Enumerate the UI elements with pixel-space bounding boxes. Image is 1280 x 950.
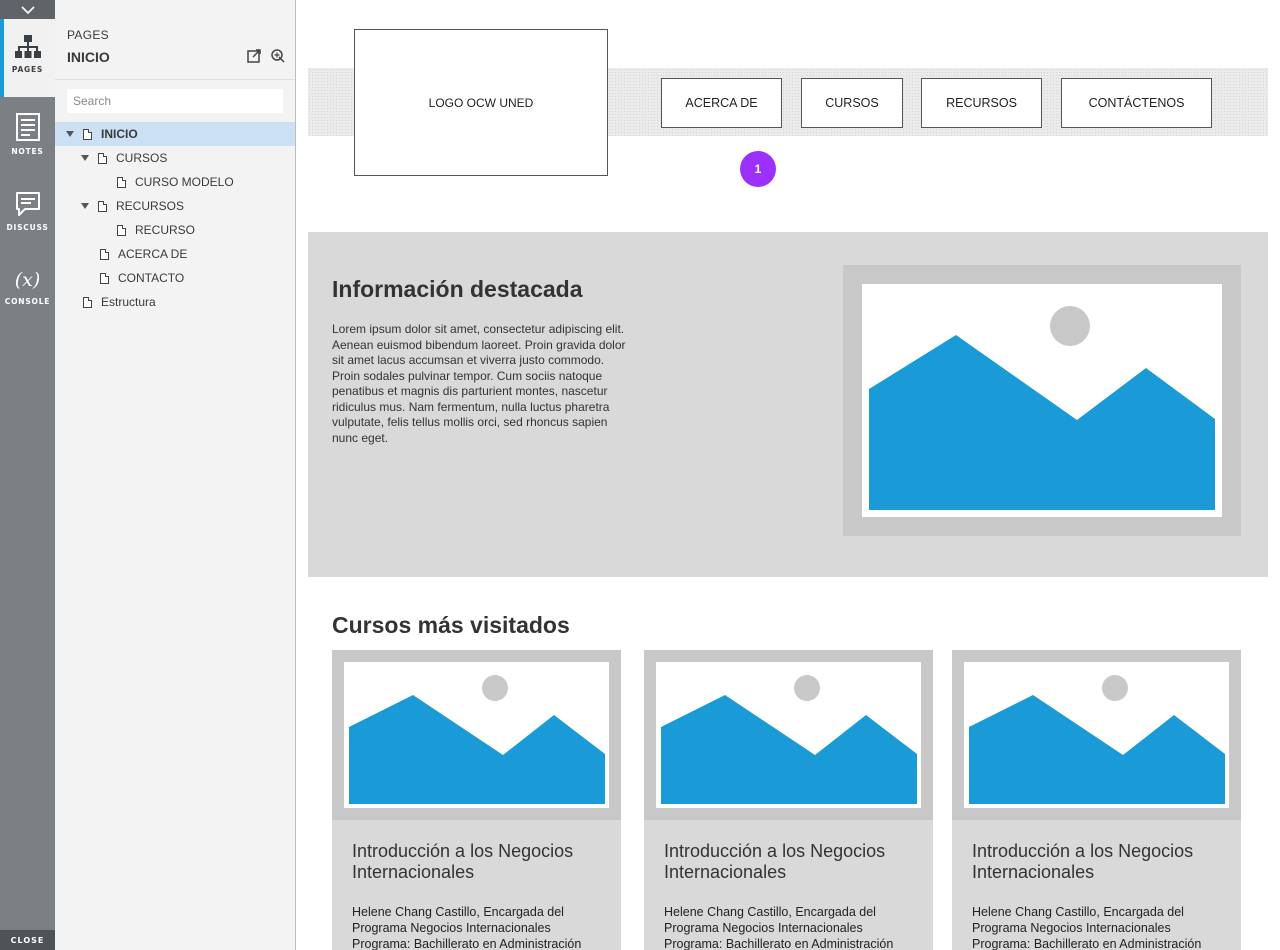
page-icon	[117, 176, 126, 188]
caret-down-icon[interactable]	[81, 155, 89, 161]
page-icon	[117, 224, 126, 236]
rail-pages-label: PAGES	[11, 65, 44, 74]
tree-item-label: CONTACTO	[118, 271, 185, 285]
featured-image-placeholder	[843, 265, 1241, 536]
tree-item-acerca-de[interactable]: ACERCA DE	[55, 242, 295, 266]
page-icon	[98, 152, 107, 164]
tree-item-inicio[interactable]: INICIO	[55, 122, 295, 146]
search-input[interactable]	[67, 89, 283, 113]
close-button[interactable]: CLOSE	[0, 930, 55, 950]
featured-title: Información destacada	[332, 276, 583, 302]
course-image-placeholder	[332, 650, 621, 820]
rail-pages-button[interactable]: PAGES	[0, 19, 55, 97]
tree-item-cursos[interactable]: CURSOS	[55, 146, 295, 170]
collapse-toggle[interactable]	[0, 0, 55, 19]
rail-console-label: CONSOLE	[4, 297, 51, 306]
icon-rail: PAGES NOTES DISCUSS (x) CONSOLE CLOSE	[0, 0, 55, 950]
nav-recursos-button[interactable]: RECURSOS	[921, 78, 1042, 128]
rail-console-button[interactable]: (x) CONSOLE	[0, 253, 55, 331]
chevron-down-icon	[20, 5, 35, 14]
course-description: Helene Chang Castillo, Encargada del Pro…	[664, 905, 894, 950]
tree-item-recursos[interactable]: RECURSOS	[55, 194, 295, 218]
course-image-placeholder	[952, 650, 1241, 820]
tree-item-recurso[interactable]: RECURSO	[55, 218, 295, 242]
logo-text: LOGO OCW UNED	[428, 95, 534, 110]
course-card[interactable]: Introducción a los Negocios Internaciona…	[644, 650, 933, 950]
panel-header: PAGES INICIO	[55, 0, 295, 80]
course-title: Introducción a los Negocios Internaciona…	[664, 841, 886, 882]
tree-item-label: RECURSO	[135, 223, 196, 237]
course-image-placeholder	[644, 650, 933, 820]
nav-acerca-de-button[interactable]: ACERCA DE	[661, 78, 782, 128]
course-description: Helene Chang Castillo, Encargada del Pro…	[352, 905, 582, 950]
rail-discuss-label: DISCUSS	[6, 223, 49, 232]
featured-text: Lorem ipsum dolor sit amet, consectetur …	[332, 322, 626, 445]
tree-item-label: CURSO MODELO	[135, 175, 234, 189]
page-icon	[83, 296, 92, 308]
add-page-icon[interactable]	[270, 48, 285, 63]
course-card[interactable]: Introducción a los Negocios Internaciona…	[952, 650, 1241, 950]
search-wrap	[55, 80, 295, 122]
rail-notes-label: NOTES	[11, 147, 44, 156]
tree-item-label: Estructura	[101, 295, 156, 309]
page-icon	[100, 248, 109, 260]
panel-actions	[247, 48, 285, 63]
tree-item-curso-modelo[interactable]: CURSO MODELO	[55, 170, 295, 194]
notes-icon	[15, 113, 40, 141]
course-title: Introducción a los Negocios Internaciona…	[352, 841, 574, 882]
page-tree: INICIO CURSOS CURSO MODELO RECURSOS RECU…	[55, 122, 295, 314]
course-title: Introducción a los Negocios Internaciona…	[972, 841, 1194, 882]
nav-contactenos-button[interactable]: CONTÁCTENOS	[1061, 78, 1212, 128]
rail-discuss-button[interactable]: DISCUSS	[0, 175, 55, 253]
image-placeholder-icon	[969, 675, 1225, 804]
page-icon	[100, 272, 109, 284]
tree-item-estructura[interactable]: Estructura	[55, 290, 295, 314]
rail-notes-button[interactable]: NOTES	[0, 97, 55, 175]
course-card[interactable]: Introducción a los Negocios Internaciona…	[332, 650, 621, 950]
page-icon	[83, 128, 92, 140]
sitemap-icon	[14, 35, 41, 58]
featured-section: Información destacada Lorem ipsum dolor …	[308, 232, 1268, 577]
courses-section-title: Cursos más visitados	[332, 612, 570, 638]
pages-panel: PAGES INICIO INICIO CURSOS	[55, 0, 296, 950]
caret-down-icon[interactable]	[81, 203, 89, 209]
image-placeholder-icon	[869, 306, 1215, 510]
page-icon	[98, 200, 107, 212]
panel-subtitle: PAGES	[67, 28, 109, 42]
image-placeholder-icon	[661, 675, 917, 804]
caret-down-icon[interactable]	[66, 131, 74, 137]
tree-item-label: CURSOS	[116, 151, 168, 165]
tree-item-label: RECURSOS	[116, 199, 185, 213]
tree-item-label: INICIO	[101, 127, 138, 141]
image-placeholder-icon	[349, 675, 605, 804]
annotation-badge[interactable]: 1	[740, 151, 776, 187]
tree-item-label: ACERCA DE	[118, 247, 188, 261]
course-description: Helene Chang Castillo, Encargada del Pro…	[972, 905, 1202, 950]
export-icon[interactable]	[247, 48, 262, 63]
design-canvas[interactable]: LOGO OCW UNED ACERCA DE CURSOS RECURSOS …	[296, 0, 1280, 950]
discuss-icon	[15, 192, 40, 216]
console-icon: (x)	[14, 269, 41, 291]
nav-cursos-button[interactable]: CURSOS	[801, 78, 903, 128]
tree-item-contacto[interactable]: CONTACTO	[55, 266, 295, 290]
logo-placeholder[interactable]: LOGO OCW UNED	[354, 29, 608, 176]
